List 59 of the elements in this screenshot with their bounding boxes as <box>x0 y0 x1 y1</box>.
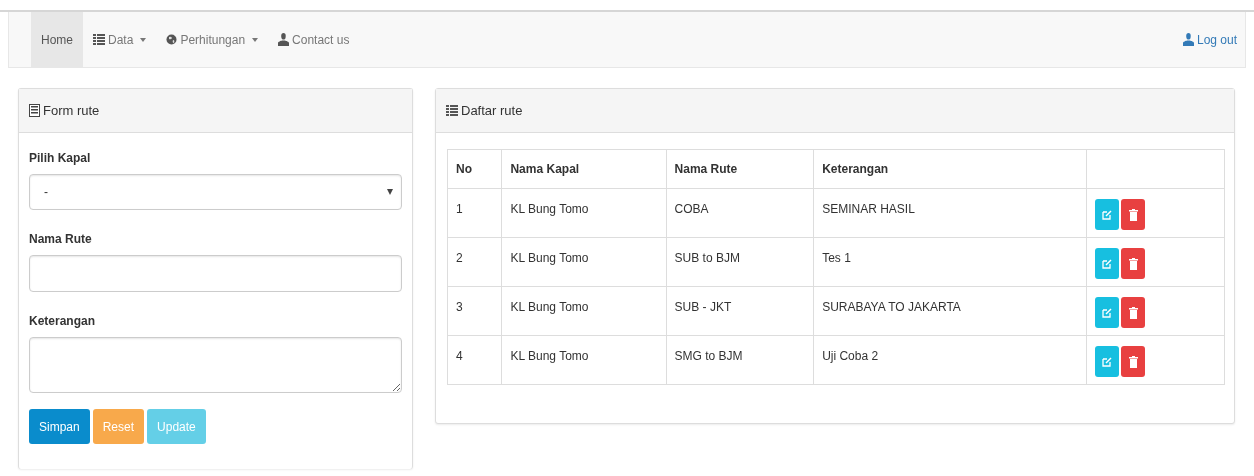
edit-button[interactable] <box>1095 248 1120 279</box>
panel-title: Daftar rute <box>461 103 523 118</box>
textarea-field[interactable] <box>29 337 402 393</box>
table-cell: KL Bung Tomo <box>501 286 667 336</box>
table-cell: KL Bung Tomo <box>501 335 667 385</box>
edit-icon <box>1102 307 1113 318</box>
table-cell: 1 <box>447 188 502 238</box>
user-icon <box>278 33 290 46</box>
globe-icon <box>166 34 178 45</box>
table-cell: 3 <box>447 286 502 336</box>
edit-icon <box>1102 258 1113 269</box>
table-cell: 2 <box>447 237 502 287</box>
column-header: Keterangan <box>813 149 1087 189</box>
table-cell: SEMINAR HASIL <box>813 188 1087 238</box>
list-icon <box>93 34 105 45</box>
edit-button[interactable] <box>1095 297 1120 328</box>
trash-icon <box>1128 306 1138 319</box>
list-icon <box>446 105 458 116</box>
table-cell: SMG to BJM <box>666 335 814 385</box>
table-cell: SUB to BJM <box>666 237 814 287</box>
field-label: Pilih Kapal <box>29 151 92 165</box>
nav-link[interactable]: Data <box>83 12 157 67</box>
edit-button[interactable] <box>1095 199 1120 230</box>
column-header: No <box>447 149 502 189</box>
action-button[interactable]: Simpan <box>29 409 90 444</box>
field-label: Nama Rute <box>29 232 93 246</box>
delete-button[interactable] <box>1121 199 1146 230</box>
trash-icon <box>1128 257 1138 270</box>
delete-button[interactable] <box>1121 297 1146 328</box>
table-cell: SURABAYA TO JAKARTA <box>813 286 1087 336</box>
column-header: Nama Kapal <box>501 149 667 189</box>
table-cell: KL Bung Tomo <box>501 188 667 238</box>
delete-button[interactable] <box>1121 346 1146 377</box>
logout-link[interactable]: Log out <box>1182 12 1237 67</box>
table-cell: 4 <box>447 335 502 385</box>
form-icon <box>29 104 40 117</box>
nav-link[interactable]: Home <box>31 12 83 67</box>
field-label: Keterangan <box>29 314 97 328</box>
column-header: Nama Rute <box>666 149 814 189</box>
edit-button[interactable] <box>1095 346 1120 377</box>
delete-button[interactable] <box>1121 248 1146 279</box>
trash-icon <box>1128 355 1138 368</box>
table-cell: KL Bung Tomo <box>501 237 667 287</box>
caret-icon <box>252 37 259 42</box>
panel-title: Form rute <box>43 103 100 118</box>
select-field[interactable]: - <box>29 174 402 210</box>
nav-link[interactable]: Contact us <box>268 12 360 67</box>
user-icon <box>1182 33 1194 46</box>
edit-icon <box>1102 356 1113 367</box>
table-cell: Uji Coba 2 <box>813 335 1087 385</box>
table-cell: COBA <box>666 188 814 238</box>
nav-link[interactable]: Perhitungan <box>156 12 269 67</box>
edit-icon <box>1102 209 1113 220</box>
table-cell: Tes 1 <box>813 237 1087 287</box>
input-field[interactable] <box>29 255 402 292</box>
table-cell: SUB - JKT <box>666 286 814 336</box>
trash-icon <box>1128 208 1138 221</box>
caret-icon <box>140 37 147 42</box>
caret-icon <box>387 189 393 195</box>
